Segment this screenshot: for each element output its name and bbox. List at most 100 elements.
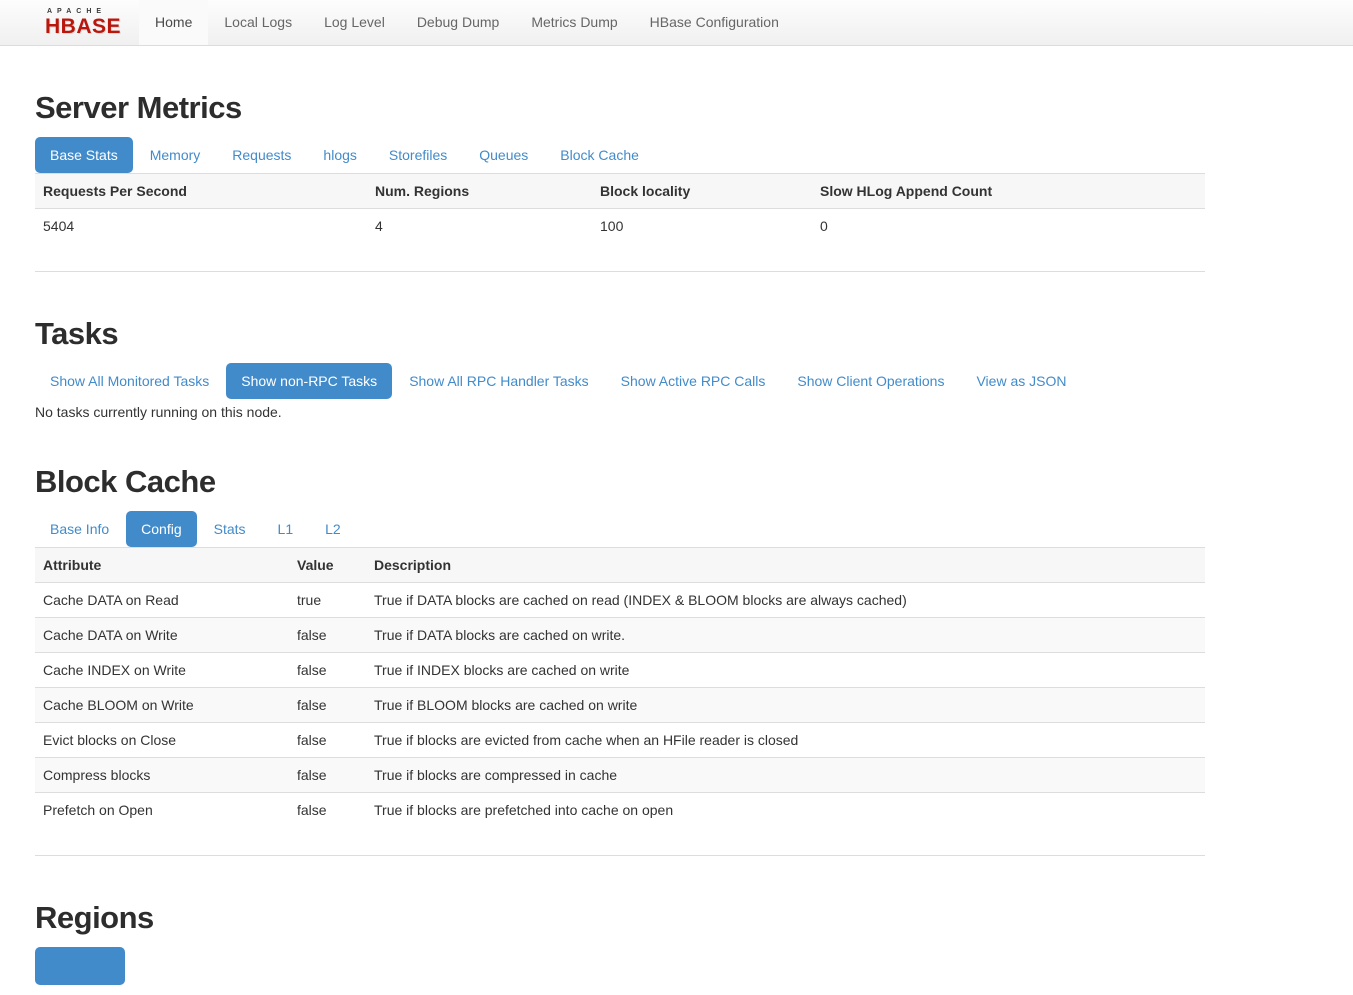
cell-value: false	[289, 793, 366, 828]
tab-hlogs-label[interactable]: hlogs	[308, 137, 371, 173]
tasks-section: Tasks Show All Monitored Tasks Show non-…	[35, 316, 1205, 420]
tab-config-label[interactable]: Config	[126, 511, 196, 547]
cell-block-locality: 100	[592, 209, 812, 244]
regions-section: Regions	[35, 900, 1205, 988]
col-value: Value	[289, 548, 366, 583]
server-metrics-title: Server Metrics	[35, 90, 1205, 126]
nav-link-home[interactable]: Home	[139, 0, 208, 45]
tab-base-info-label[interactable]: Base Info	[35, 511, 124, 547]
tab-requests-label[interactable]: Requests	[217, 137, 306, 173]
regions-first-tab[interactable]	[35, 947, 125, 985]
table-row: Compress blocks false True if blocks are…	[35, 758, 1205, 793]
cell-attribute: Compress blocks	[35, 758, 289, 793]
tab-show-all-rpc-handler-tasks-label[interactable]: Show All RPC Handler Tasks	[394, 363, 603, 399]
cell-description: True if DATA blocks are cached on write.	[366, 618, 1205, 653]
nav-link-metrics-dump[interactable]: Metrics Dump	[515, 0, 633, 45]
server-metrics-section: Server Metrics Base Stats Memory Request…	[35, 90, 1205, 272]
tab-view-as-json-label[interactable]: View as JSON	[961, 363, 1081, 399]
cell-attribute: Cache DATA on Read	[35, 583, 289, 618]
table-row: Cache BLOOM on Write false True if BLOOM…	[35, 688, 1205, 723]
tab-show-all-monitored-tasks[interactable]: Show All Monitored Tasks	[35, 363, 224, 399]
tasks-title: Tasks	[35, 316, 1205, 352]
col-slow-hlog-append-count: Slow HLog Append Count	[812, 174, 1205, 209]
cell-value: false	[289, 758, 366, 793]
cell-value: false	[289, 723, 366, 758]
tab-queues-label[interactable]: Queues	[464, 137, 543, 173]
server-metrics-tabs: Base Stats Memory Requests hlogs Storefi…	[35, 137, 1205, 173]
tab-memory[interactable]: Memory	[135, 137, 216, 173]
tab-show-client-operations-label[interactable]: Show Client Operations	[782, 363, 959, 399]
cell-description: True if INDEX blocks are cached on write	[366, 653, 1205, 688]
tab-block-cache-label[interactable]: Block Cache	[545, 137, 654, 173]
cell-requests-per-second: 5404	[35, 209, 367, 244]
tab-requests[interactable]: Requests	[217, 137, 306, 173]
top-navbar: APACHE HBASE Home Local Logs Log Level D…	[0, 0, 1353, 46]
nav-item-metrics-dump[interactable]: Metrics Dump	[515, 0, 633, 45]
col-requests-per-second: Requests Per Second	[35, 174, 367, 209]
table-row: 5404 4 100 0	[35, 209, 1205, 244]
tab-storefiles-label[interactable]: Storefiles	[374, 137, 462, 173]
cell-description: True if DATA blocks are cached on read (…	[366, 583, 1205, 618]
tab-storefiles[interactable]: Storefiles	[374, 137, 462, 173]
tab-block-cache[interactable]: Block Cache	[545, 137, 654, 173]
server-metrics-tab-content: Requests Per Second Num. Regions Block l…	[35, 173, 1205, 272]
tab-l1[interactable]: L1	[263, 511, 309, 547]
nav-link-local-logs[interactable]: Local Logs	[208, 0, 308, 45]
tab-memory-label[interactable]: Memory	[135, 137, 216, 173]
tab-show-active-rpc-calls[interactable]: Show Active RPC Calls	[606, 363, 781, 399]
tab-show-client-operations[interactable]: Show Client Operations	[782, 363, 959, 399]
nav-link-hbase-configuration[interactable]: HBase Configuration	[634, 0, 795, 45]
tab-base-stats-label[interactable]: Base Stats	[35, 137, 133, 173]
tab-show-all-monitored-tasks-label[interactable]: Show All Monitored Tasks	[35, 363, 224, 399]
navbar-menu: Home Local Logs Log Level Debug Dump Met…	[139, 0, 795, 45]
cell-value: false	[289, 618, 366, 653]
hbase-logo[interactable]: APACHE HBASE	[0, 0, 139, 45]
table-header-row: Requests Per Second Num. Regions Block l…	[35, 174, 1205, 209]
cell-slow-hlog-append-count: 0	[812, 209, 1205, 244]
tab-show-non-rpc-tasks-label[interactable]: Show non-RPC Tasks	[226, 363, 392, 399]
nav-item-log-level[interactable]: Log Level	[308, 0, 401, 45]
block-cache-section: Block Cache Base Info Config Stats L1 L2…	[35, 464, 1205, 856]
tasks-empty-message: No tasks currently running on this node.	[35, 404, 1205, 420]
nav-link-debug-dump[interactable]: Debug Dump	[401, 0, 516, 45]
table-row: Cache INDEX on Write false True if INDEX…	[35, 653, 1205, 688]
col-attribute: Attribute	[35, 548, 289, 583]
nav-link-log-level[interactable]: Log Level	[308, 0, 401, 45]
tab-config[interactable]: Config	[126, 511, 196, 547]
nav-item-hbase-configuration[interactable]: HBase Configuration	[634, 0, 795, 45]
table-row: Cache DATA on Write false True if DATA b…	[35, 618, 1205, 653]
regions-title: Regions	[35, 900, 1205, 936]
cell-attribute: Cache BLOOM on Write	[35, 688, 289, 723]
col-description: Description	[366, 548, 1205, 583]
table-header-row: Attribute Value Description	[35, 548, 1205, 583]
tab-show-non-rpc-tasks[interactable]: Show non-RPC Tasks	[226, 363, 392, 399]
tab-view-as-json[interactable]: View as JSON	[961, 363, 1081, 399]
tab-base-stats[interactable]: Base Stats	[35, 137, 133, 173]
tab-l2-label[interactable]: L2	[310, 511, 356, 547]
block-cache-title: Block Cache	[35, 464, 1205, 500]
cell-description: True if blocks are prefetched into cache…	[366, 793, 1205, 828]
tab-base-info[interactable]: Base Info	[35, 511, 124, 547]
table-row: Evict blocks on Close false True if bloc…	[35, 723, 1205, 758]
tab-queues[interactable]: Queues	[464, 137, 543, 173]
nav-item-debug-dump[interactable]: Debug Dump	[401, 0, 516, 45]
cell-num-regions: 4	[367, 209, 592, 244]
nav-item-local-logs[interactable]: Local Logs	[208, 0, 308, 45]
tab-hlogs[interactable]: hlogs	[308, 137, 371, 173]
cell-description: True if blocks are compressed in cache	[366, 758, 1205, 793]
logo-apache-text: APACHE	[47, 8, 121, 15]
tab-show-all-rpc-handler-tasks[interactable]: Show All RPC Handler Tasks	[394, 363, 603, 399]
tab-stats-label[interactable]: Stats	[199, 511, 261, 547]
tab-stats[interactable]: Stats	[199, 511, 261, 547]
table-row: Cache DATA on Read true True if DATA blo…	[35, 583, 1205, 618]
tab-show-active-rpc-calls-label[interactable]: Show Active RPC Calls	[606, 363, 781, 399]
tab-l2[interactable]: L2	[310, 511, 356, 547]
tab-l1-label[interactable]: L1	[263, 511, 309, 547]
cell-value: true	[289, 583, 366, 618]
table-row: Prefetch on Open false True if blocks ar…	[35, 793, 1205, 828]
col-num-regions: Num. Regions	[367, 174, 592, 209]
cell-description: True if blocks are evicted from cache wh…	[366, 723, 1205, 758]
cell-value: false	[289, 688, 366, 723]
block-cache-config-table: Attribute Value Description Cache DATA o…	[35, 547, 1205, 827]
nav-item-home[interactable]: Home	[139, 0, 208, 45]
